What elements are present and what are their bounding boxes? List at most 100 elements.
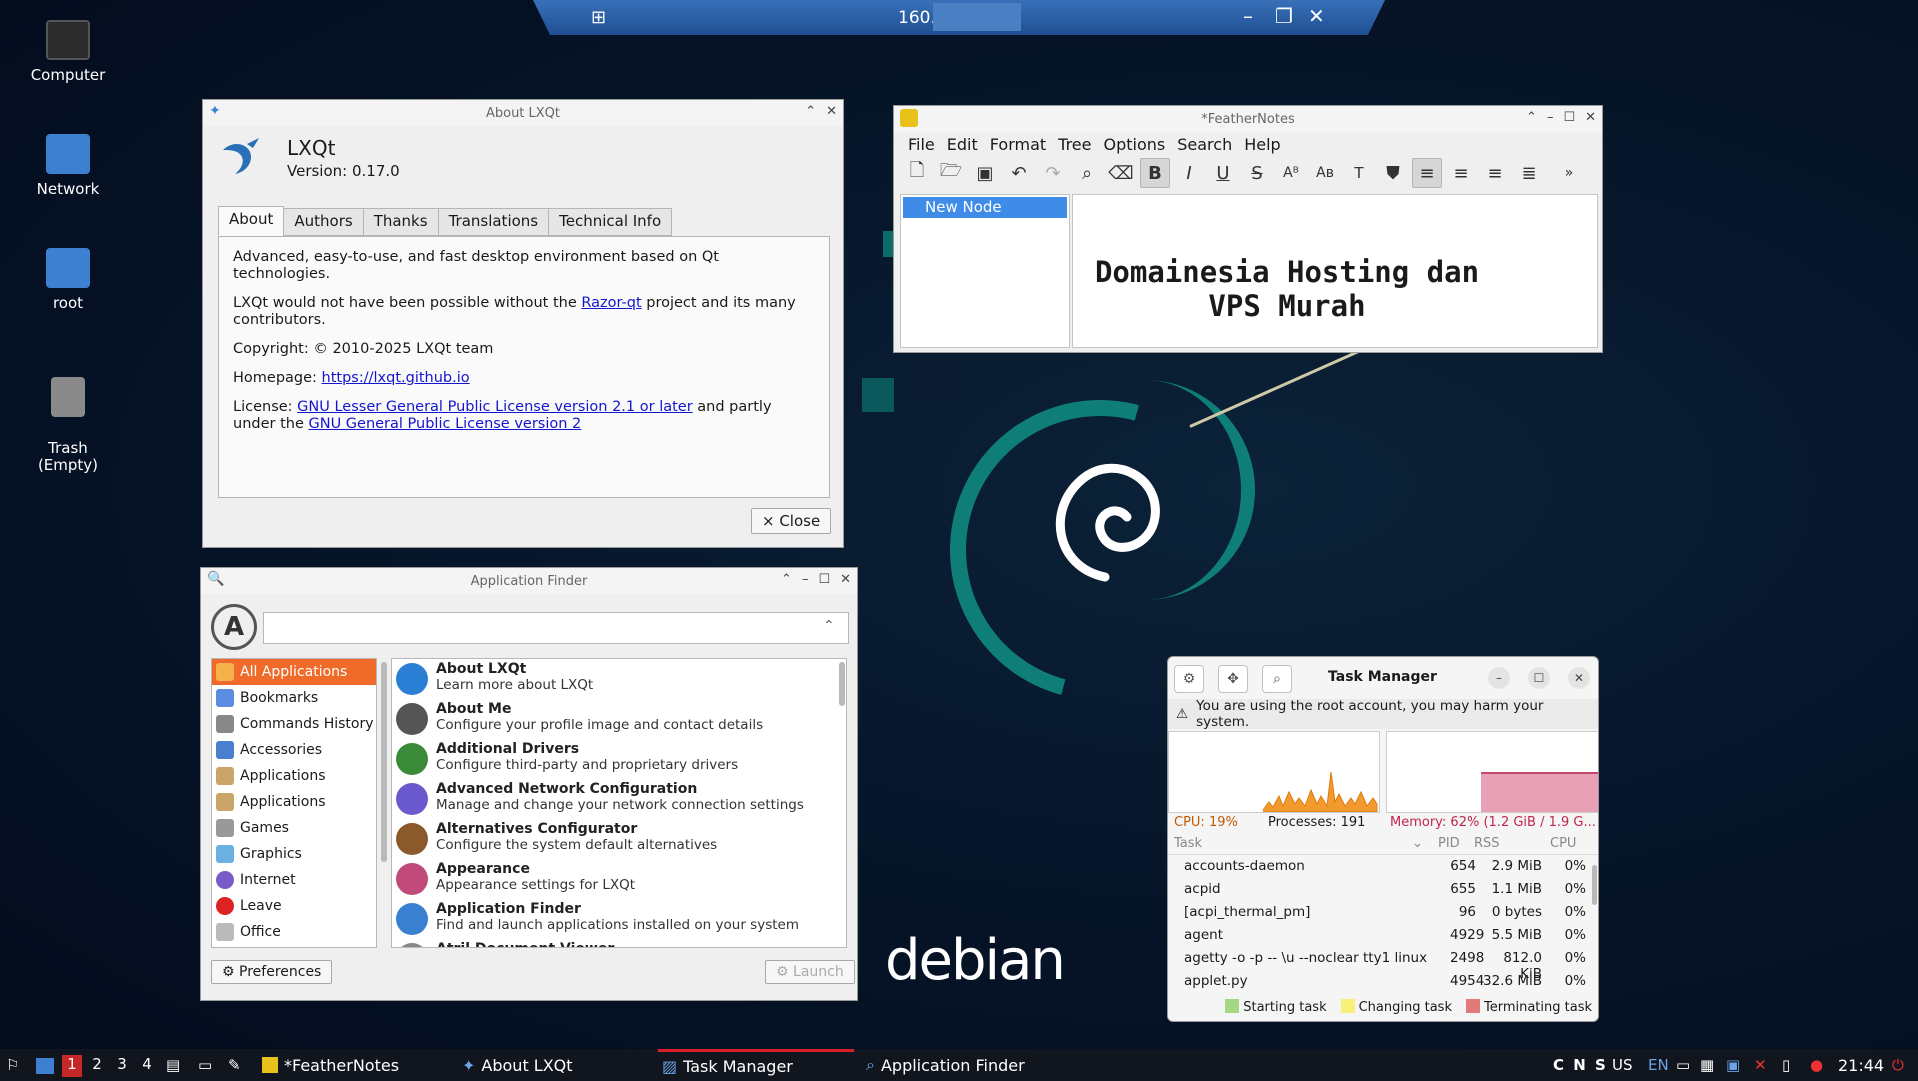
settings-icon[interactable]: ⚙ [1174,665,1204,693]
taskbar-application-finder[interactable]: ⌕ Application Finder [862,1049,1025,1081]
find-icon[interactable]: ⌕ [1072,158,1102,188]
search-input[interactable] [263,612,849,644]
alert-icon[interactable]: ● [1810,1056,1823,1074]
minimize-icon[interactable]: – [1488,667,1510,689]
clock[interactable]: 21:44 [1838,1056,1884,1075]
restore-icon[interactable]: ❐ [1275,4,1293,28]
redo-icon[interactable]: ↷ [1038,158,1068,188]
tab-technical-info[interactable]: Technical Info [548,208,673,236]
removable-media-icon[interactable]: ▯ [1782,1056,1790,1074]
new-file-icon[interactable]: 🗋 [902,158,932,188]
note-editor[interactable]: Domainesia Hosting dan VPS Murah [1072,194,1598,348]
app-list-item[interactable]: About LXQt Learn more about LXQt [392,659,846,699]
category-games[interactable]: Games [212,815,376,841]
window-titlebar[interactable]: *FeatherNotes ⌃ – ☐ ✕ [894,106,1602,132]
tab-authors[interactable]: Authors [283,208,364,236]
column-pid[interactable]: PID [1438,836,1460,851]
app-list-item[interactable]: Application Finder Find and launch applic… [392,899,846,939]
process-row[interactable]: agent 4929 5.5 MiB 0% [1168,924,1598,947]
minimize-icon[interactable]: – [802,572,809,587]
menu-edit[interactable]: Edit [941,135,984,154]
underline-icon[interactable]: U [1208,158,1238,188]
sort-chevron-icon[interactable]: ⌄ [1412,836,1423,851]
file-manager-icon[interactable]: ▤ [166,1056,180,1074]
desktop-icon-root[interactable]: root [18,248,118,312]
window-titlebar[interactable]: ✦ About LXQt ⌃ ✕ [203,100,843,126]
menu-search[interactable]: Search [1171,135,1238,154]
italic-icon[interactable]: I [1174,158,1204,188]
app-list-scrollbar[interactable] [839,662,845,706]
search-icon[interactable]: ⌕ [1262,665,1292,693]
app-list-item[interactable]: Atril Document Viewer [392,939,846,947]
collapse-icon[interactable]: ⌃ [1526,110,1537,125]
superscript-icon[interactable]: Aᴮ [1276,158,1306,188]
category-applications[interactable]: Applications [212,763,376,789]
process-row[interactable]: [acpi_thermal_pm] 96 0 bytes 0% [1168,901,1598,924]
process-scrollbar[interactable] [1592,865,1597,905]
maximize-icon[interactable]: ☐ [1563,110,1575,125]
collapse-icon[interactable]: ⌃ [781,572,792,587]
show-desktop-icon[interactable] [36,1058,54,1074]
desktop-icon-computer[interactable]: Computer [18,20,118,84]
taskbar-task-manager[interactable]: ▨ Task Manager [658,1049,854,1081]
column-task[interactable]: Task [1174,836,1202,851]
clear-icon[interactable]: ⌫ [1106,158,1136,188]
process-row[interactable]: accounts-daemon 654 2.9 MiB 0% [1168,855,1598,878]
process-row[interactable]: applet.py 4954 32.6 MiB 0% [1168,970,1598,993]
workspace-2[interactable]: 2 [87,1055,107,1077]
minimize-icon[interactable]: – [1547,110,1554,125]
window-titlebar[interactable]: 🔍 Application Finder ⌃ – ☐ ✕ [201,568,857,594]
undo-icon[interactable]: ↶ [1004,158,1034,188]
category-leave[interactable]: Leave [212,893,376,919]
menu-options[interactable]: Options [1098,135,1172,154]
save-icon[interactable]: ▣ [970,158,1000,188]
tab-thanks[interactable]: Thanks [362,208,439,236]
align-right-icon[interactable]: ≡ [1480,158,1510,188]
window-titlebar[interactable]: ⚙ ✥ ⌕ Task Manager – ☐ ✕ [1168,657,1598,699]
close-icon[interactable]: ✕ [1308,4,1325,28]
category-office[interactable]: Office [212,919,376,945]
open-folder-icon[interactable]: 🗁 [936,158,966,188]
display-icon[interactable]: ▣ [1726,1056,1740,1074]
process-row[interactable]: acpid 655 1.1 MiB 0% [1168,878,1598,901]
tab-translations[interactable]: Translations [437,208,550,236]
notes-tree[interactable]: New Node [900,194,1070,348]
tree-node[interactable]: New Node [903,197,1067,218]
category-bookmarks[interactable]: Bookmarks [212,685,376,711]
subscript-icon[interactable]: Aʙ [1310,158,1340,188]
menu-help[interactable]: Help [1238,135,1286,154]
close-button[interactable]: × Close [751,508,832,534]
app-list-item[interactable]: Appearance Appearance settings for LXQt [392,859,846,899]
terminal-icon[interactable]: ▭ [198,1056,212,1074]
close-icon[interactable]: ✕ [840,572,851,587]
chevron-up-icon[interactable]: ⌃ [823,618,835,634]
taskbar-feathernotes[interactable]: *FeatherNotes [258,1049,399,1081]
category-applications[interactable]: Applications [212,789,376,815]
workspace-1[interactable]: 1 [62,1055,82,1077]
gpl-link[interactable]: GNU General Public License version 2 [308,416,581,432]
align-center-icon[interactable]: ≡ [1446,158,1476,188]
app-list-item[interactable]: Additional Drivers Configure third-party … [392,739,846,779]
category-graphics[interactable]: Graphics [212,841,376,867]
more-icon[interactable]: » [1554,158,1584,188]
menu-file[interactable]: File [902,135,941,154]
taskbar-about-lxqt[interactable]: ✦ About LXQt [458,1049,573,1081]
power-icon[interactable]: ⏻ [1892,1056,1904,1074]
category-all-applications[interactable]: All Applications [212,659,376,685]
keyboard-layout[interactable]: US [1612,1056,1633,1074]
notification-icon[interactable]: ▭ [1676,1056,1690,1074]
preferences-button[interactable]: ⚙ Preferences [211,960,333,984]
app-list-item[interactable]: Alternatives Configurator Configure the s… [392,819,846,859]
fill-color-icon[interactable]: ⛊ [1378,158,1408,188]
main-menu-icon[interactable]: ⚐ [6,1056,19,1074]
clipboard-icon[interactable]: ▦ [1700,1056,1714,1074]
disconnect-icon[interactable]: ✕ [1754,1056,1767,1074]
align-left-icon[interactable]: ≡ [1412,158,1442,188]
app-list-item[interactable]: Advanced Network Configuration Manage and… [392,779,846,819]
category-accessories[interactable]: Accessories [212,737,376,763]
menu-format[interactable]: Format [984,135,1052,154]
workspace-4[interactable]: 4 [137,1055,157,1077]
workspace-3[interactable]: 3 [112,1055,132,1077]
bold-icon[interactable]: B [1140,158,1170,188]
minimize-icon[interactable]: – [1243,4,1253,28]
